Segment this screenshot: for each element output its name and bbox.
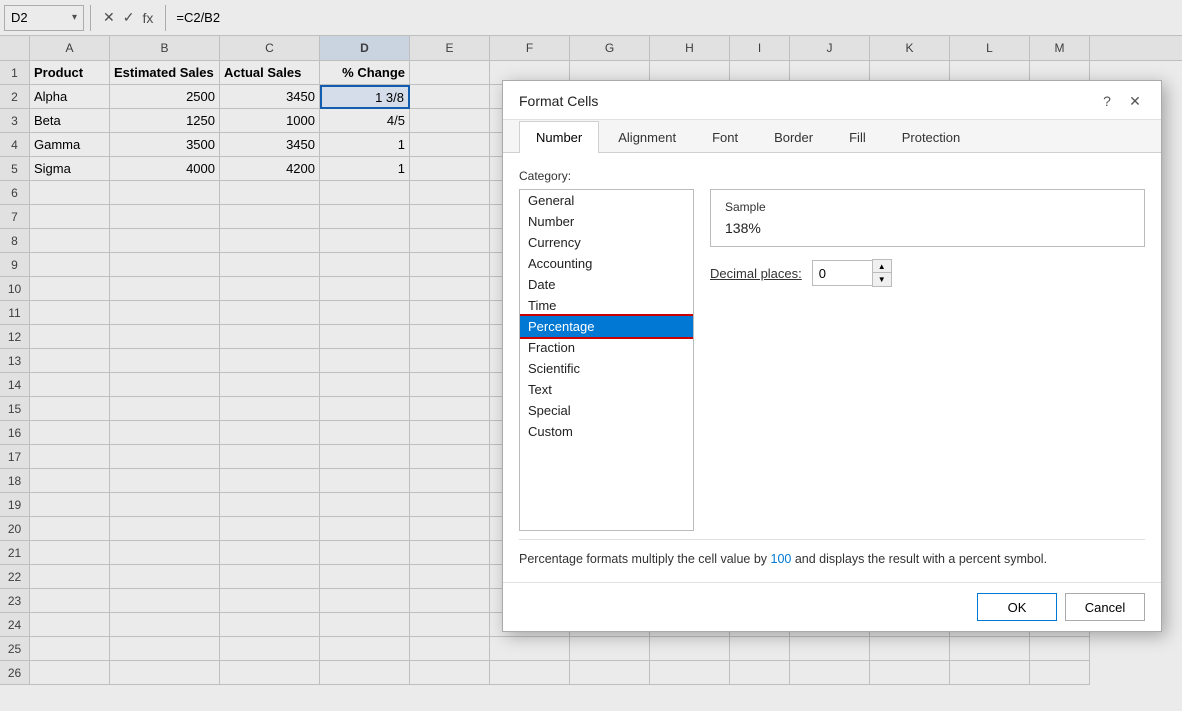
list-item[interactable]: Date xyxy=(520,274,693,295)
dialog-titlebar-icons: ? ✕ xyxy=(1097,91,1145,111)
list-item[interactable]: Custom xyxy=(520,421,693,442)
sample-label: Sample xyxy=(725,200,1130,214)
dialog-content: Category: General Number Currency Accoun… xyxy=(503,153,1161,582)
list-item-percentage[interactable]: Percentage xyxy=(520,316,693,337)
list-item[interactable]: Special xyxy=(520,400,693,421)
list-item[interactable]: Time xyxy=(520,295,693,316)
list-item[interactable]: Fraction xyxy=(520,337,693,358)
category-list-wrapper: General Number Currency Accounting Date … xyxy=(519,189,1145,531)
list-item[interactable]: Scientific xyxy=(520,358,693,379)
right-panel: Sample 138% Decimal places: ▲ ▼ xyxy=(710,189,1145,531)
category-list-container: General Number Currency Accounting Date … xyxy=(519,189,694,531)
dialog-tabs: Number Alignment Font Border Fill Protec… xyxy=(503,120,1161,153)
category-label: Category: xyxy=(519,169,1145,183)
tab-protection[interactable]: Protection xyxy=(885,121,978,153)
list-item[interactable]: Accounting xyxy=(520,253,693,274)
decimal-spinner: ▲ ▼ xyxy=(812,259,892,287)
decimal-places-row: Decimal places: ▲ ▼ xyxy=(710,259,1145,287)
decimal-places-label: Decimal places: xyxy=(710,266,802,281)
sample-value: 138% xyxy=(725,220,1130,236)
dialog-titlebar: Format Cells ? ✕ xyxy=(503,81,1161,120)
cancel-button[interactable]: Cancel xyxy=(1065,593,1145,621)
dialog-overlay: Format Cells ? ✕ Number Alignment Font B… xyxy=(0,0,1182,711)
tab-fill[interactable]: Fill xyxy=(832,121,883,153)
tab-border[interactable]: Border xyxy=(757,121,830,153)
list-item[interactable]: General xyxy=(520,190,693,211)
spreadsheet-container: D2 ▾ ✕ ✓ fx A B C D E F G H I J K L M xyxy=(0,0,1182,711)
spinner-up-button[interactable]: ▲ xyxy=(873,260,891,273)
sample-box: Sample 138% xyxy=(710,189,1145,247)
list-item[interactable]: Currency xyxy=(520,232,693,253)
dialog-close-icon[interactable]: ✕ xyxy=(1125,91,1145,111)
format-cells-dialog: Format Cells ? ✕ Number Alignment Font B… xyxy=(502,80,1162,632)
dialog-help-icon[interactable]: ? xyxy=(1097,91,1117,111)
list-item[interactable]: Number xyxy=(520,211,693,232)
decimal-input[interactable] xyxy=(812,260,872,286)
tab-font[interactable]: Font xyxy=(695,121,755,153)
spinner-down-button[interactable]: ▼ xyxy=(873,273,891,286)
dialog-title: Format Cells xyxy=(519,93,598,109)
tab-alignment[interactable]: Alignment xyxy=(601,121,693,153)
dialog-footer: OK Cancel xyxy=(503,582,1161,631)
ok-button[interactable]: OK xyxy=(977,593,1057,621)
description-highlight: 100 xyxy=(771,552,792,566)
tab-number[interactable]: Number xyxy=(519,121,599,153)
list-item[interactable]: Text xyxy=(520,379,693,400)
category-list: General Number Currency Accounting Date … xyxy=(520,190,693,530)
spinner-buttons: ▲ ▼ xyxy=(872,259,892,287)
description-text: Percentage formats multiply the cell val… xyxy=(519,539,1145,566)
